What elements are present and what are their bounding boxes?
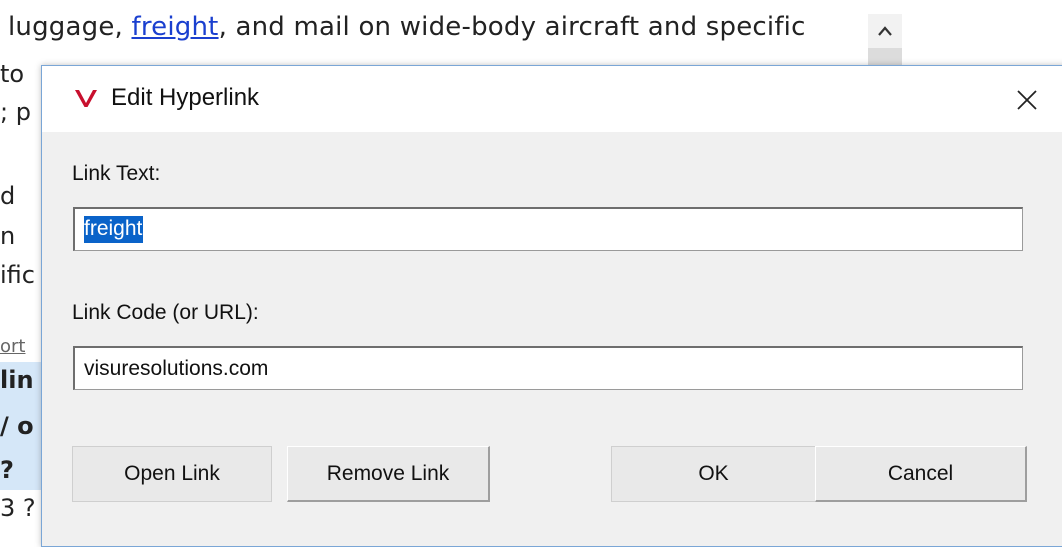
edit-hyperlink-dialog: Edit Hyperlink Link Text: freight Link C… xyxy=(41,65,1062,547)
chevron-up-icon xyxy=(878,26,892,36)
ok-button[interactable]: OK xyxy=(611,446,816,502)
document-text-line: luggage, freight, and mail on wide-body … xyxy=(8,12,806,42)
document-fragment: to xyxy=(0,60,25,88)
link-code-input[interactable]: visuresolutions.com xyxy=(73,346,1023,390)
remove-link-button[interactable]: Remove Link xyxy=(287,446,490,502)
document-text-after: , and mail on wide-body aircraft and spe… xyxy=(218,12,806,42)
close-button[interactable] xyxy=(1007,80,1047,120)
document-fragment: ort xyxy=(0,336,26,357)
link-code-label: Link Code (or URL): xyxy=(72,301,259,324)
open-link-button[interactable]: Open Link xyxy=(72,446,272,502)
document-fragment: 3 ? xyxy=(0,494,36,522)
dialog-titlebar[interactable]: Edit Hyperlink xyxy=(42,66,1062,132)
document-fragment: ? xyxy=(0,456,14,484)
scrollbar-track[interactable] xyxy=(868,48,902,66)
link-code-value: visuresolutions.com xyxy=(84,356,269,380)
link-text-input[interactable]: freight xyxy=(73,207,1023,251)
document-fragment: ; p xyxy=(0,98,31,126)
document-fragment: n xyxy=(0,222,16,250)
dialog-title: Edit Hyperlink xyxy=(111,84,260,111)
cancel-button[interactable]: Cancel xyxy=(815,446,1027,502)
link-text-label: Link Text: xyxy=(72,162,161,185)
document-fragment: / o xyxy=(0,412,34,440)
scroll-up-button[interactable] xyxy=(868,14,902,48)
document-fragment: ific xyxy=(0,261,35,289)
document-fragment: lin xyxy=(0,366,34,394)
document-text-before: luggage, xyxy=(8,12,132,42)
close-icon xyxy=(1017,90,1037,110)
document-fragment: d xyxy=(0,182,16,210)
visure-v-icon xyxy=(75,90,97,107)
document-hyperlink[interactable]: freight xyxy=(131,12,218,42)
link-text-value: freight xyxy=(84,216,144,243)
